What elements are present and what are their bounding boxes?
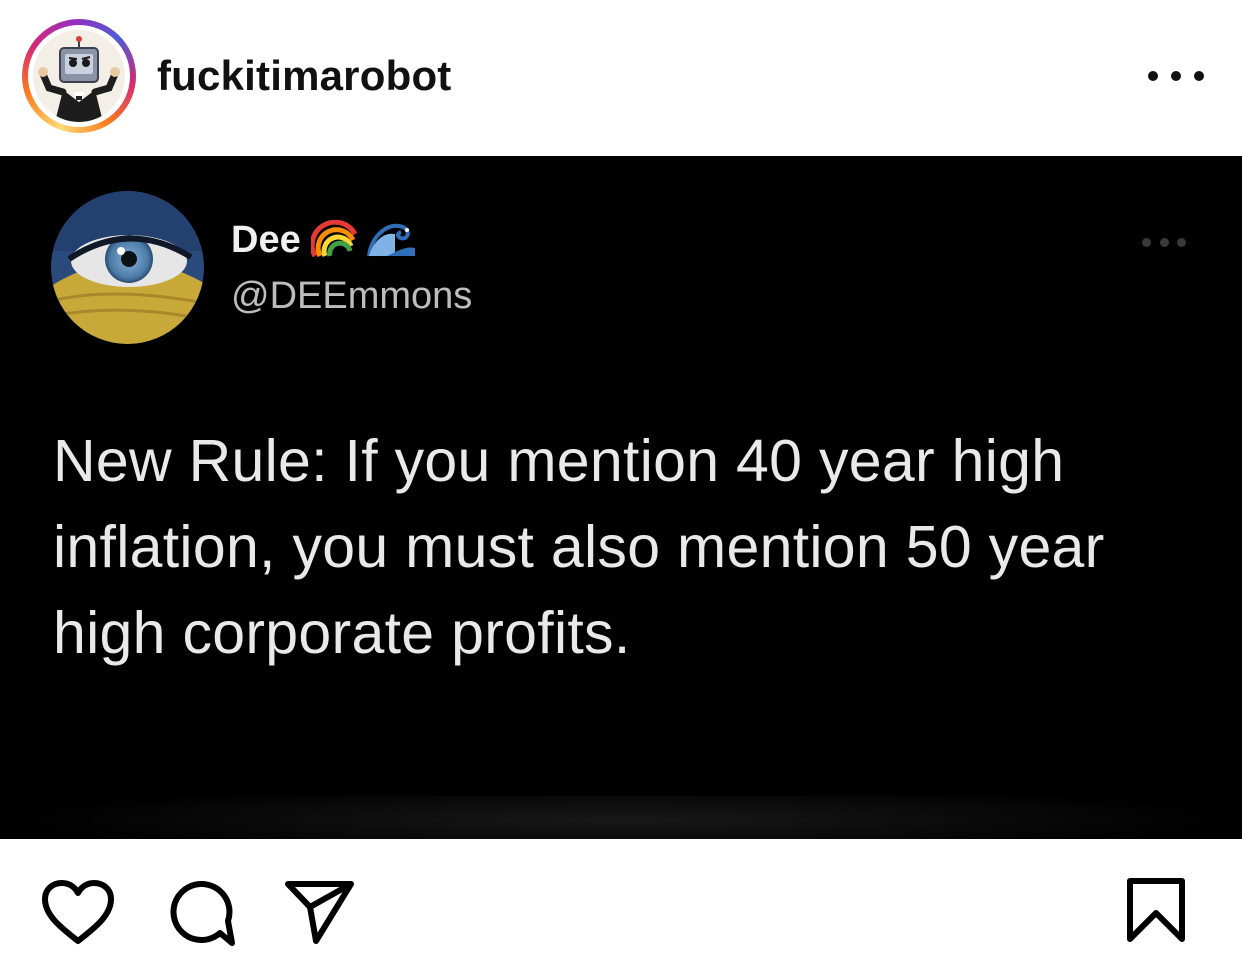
- tweet-text: New Rule: If you mention 40 year high in…: [53, 428, 1105, 666]
- heart-icon[interactable]: [40, 879, 116, 950]
- share-icon[interactable]: [284, 879, 356, 950]
- wave-icon: [366, 218, 417, 268]
- more-horizontal-icon[interactable]: [1142, 236, 1186, 248]
- more-horizontal-icon[interactable]: [1148, 62, 1204, 90]
- profile-avatar[interactable]: [22, 19, 136, 133]
- rainbow-icon: [309, 219, 357, 268]
- comment-icon[interactable]: [164, 877, 236, 954]
- tweet-avatar: [51, 191, 204, 344]
- action-bar: [0, 839, 1242, 972]
- robot-avatar-image: [33, 30, 125, 122]
- username[interactable]: fuckitimarobot: [157, 52, 451, 100]
- tweet-display-name: Dee: [231, 218, 417, 268]
- post-header: fuckitimarobot: [0, 0, 1242, 156]
- bookmark-icon[interactable]: [1125, 877, 1187, 948]
- tweet-handle: @DEEmmons: [231, 275, 473, 317]
